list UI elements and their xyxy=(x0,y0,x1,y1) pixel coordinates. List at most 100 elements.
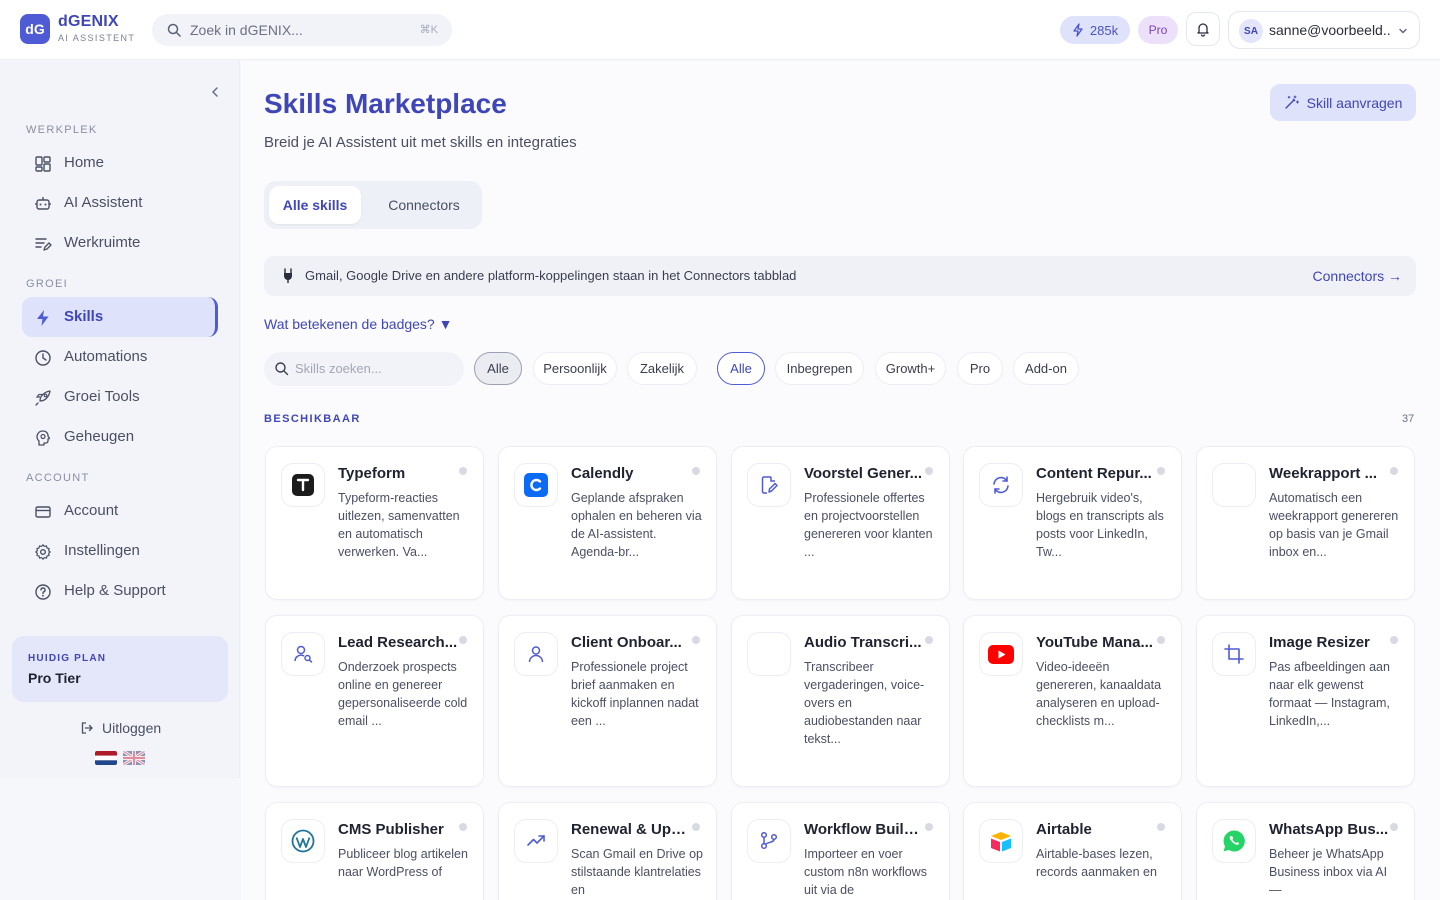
trending-up-icon xyxy=(514,819,558,863)
blank-icon xyxy=(1212,463,1256,507)
skill-card-lead-research[interactable]: Lead Research... Onderzoek prospects onl… xyxy=(265,615,484,787)
page-title: Skills Marketplace xyxy=(264,88,507,119)
skills-count: 37 xyxy=(1402,413,1415,425)
skill-description: Beheer je WhatsApp Business inbox via AI… xyxy=(1269,847,1388,897)
skill-title: Content Repur... xyxy=(1036,465,1152,482)
current-plan-card[interactable]: HUIDIG PLAN Pro Tier xyxy=(12,636,228,702)
skill-card-airtable[interactable]: Airtable Airtable-bases lezen, records a… xyxy=(963,802,1182,900)
dashboard-icon xyxy=(35,156,51,172)
language-switcher xyxy=(95,751,145,765)
skill-description: Importeer en voer custom n8n workflows u… xyxy=(804,847,927,897)
skill-card-renewal-upsell[interactable]: Renewal & Ups... Scan Gmail en Drive op … xyxy=(498,802,717,900)
skill-card-calendly[interactable]: Calendly Geplande afspraken ophalen en b… xyxy=(498,446,717,600)
filter-tier-growth[interactable]: Growth+ xyxy=(875,352,946,385)
skill-card-weekrapport[interactable]: Weekrapport ... Automatisch een weekrapp… xyxy=(1196,446,1415,600)
logout-button[interactable]: Uitloggen xyxy=(80,720,161,736)
flag-uk-icon[interactable] xyxy=(123,751,145,765)
sidebar: WERKPLEK Home AI Assistent Werkruimte GR… xyxy=(0,61,240,778)
user-menu[interactable]: SA sanne@voorbeeld... xyxy=(1228,11,1420,49)
sidebar-item-instellingen[interactable]: Instellingen xyxy=(22,531,218,571)
brand-subtitle: AI ASSISTENT xyxy=(58,33,136,43)
sidebar-item-account[interactable]: Account xyxy=(22,491,218,531)
lightning-icon xyxy=(37,310,49,326)
sidebar-item-label: Instellingen xyxy=(64,542,140,559)
sidebar-item-skills[interactable]: Skills xyxy=(22,297,218,337)
page-subtitle: Breid je AI Assistent uit met skills en … xyxy=(264,134,577,151)
tab-bar: Alle skills Connectors xyxy=(264,181,482,229)
search-shortcut: ⌘K xyxy=(419,24,438,36)
filter-tier-alle[interactable]: Alle xyxy=(717,352,765,385)
badges-info-toggle[interactable]: Wat betekenen de badges? ▼ xyxy=(264,316,452,332)
chevron-down-icon xyxy=(1399,28,1407,34)
skill-card-whatsapp-business[interactable]: WhatsApp Bus... Beheer je WhatsApp Busin… xyxy=(1196,802,1415,900)
status-dot xyxy=(459,636,467,644)
global-search[interactable]: Zoek in dGENIX... ⌘K xyxy=(152,14,452,46)
sidebar-item-ai-assistent[interactable]: AI Assistent xyxy=(22,183,218,223)
sidebar-item-help-support[interactable]: Help & Support xyxy=(22,571,218,611)
filter-tier-inbegrepen[interactable]: Inbegrepen xyxy=(775,352,864,385)
connectors-link[interactable]: Connectors → xyxy=(1313,268,1402,284)
sidebar-item-label: Skills xyxy=(64,308,104,325)
skill-card-youtube-manager[interactable]: YouTube Mana... Video-ideeën genereren, … xyxy=(963,615,1182,787)
filter-tier-add-on[interactable]: Add-on xyxy=(1013,352,1079,385)
logo[interactable]: dG xyxy=(20,14,50,44)
status-dot xyxy=(692,823,700,831)
sidebar-item-geheugen[interactable]: Geheugen xyxy=(22,417,218,457)
skill-card-workflow-builder[interactable]: Workflow Build... Importeer en voer cust… xyxy=(731,802,950,900)
skill-title: Lead Research... xyxy=(338,634,458,651)
plan-badge[interactable]: Pro xyxy=(1138,16,1178,44)
tab-connectors[interactable]: Connectors xyxy=(374,186,474,224)
skill-title: Image Resizer xyxy=(1269,634,1370,651)
top-bar: dG dGENIX AI ASSISTENT Zoek in dGENIX...… xyxy=(0,0,1440,60)
search-icon xyxy=(275,362,289,376)
status-dot xyxy=(925,823,933,831)
skill-card-client-onboarding[interactable]: Client Onboar... Professionele project b… xyxy=(498,615,717,787)
skill-card-voorstel-generator[interactable]: Voorstel Gener... Professionele offertes… xyxy=(731,446,950,600)
skill-card-image-resizer[interactable]: Image Resizer Pas afbeeldingen aan naar … xyxy=(1196,615,1415,787)
section-label-groei: GROEI xyxy=(26,278,68,290)
tab-alle-skills[interactable]: Alle skills xyxy=(269,186,361,224)
plan-label: HUIDIG PLAN xyxy=(28,653,107,664)
request-skill-button[interactable]: Skill aanvragen xyxy=(1270,84,1416,121)
document-edit-icon xyxy=(747,463,791,507)
user-icon xyxy=(514,632,558,676)
sidebar-item-label: Geheugen xyxy=(64,428,135,445)
section-label-account: ACCOUNT xyxy=(26,472,90,484)
workspace-icon xyxy=(35,238,52,251)
skill-description: Video-ideeën genereren, kanaaldata analy… xyxy=(1036,660,1162,728)
sidebar-item-label: Help & Support xyxy=(64,582,166,599)
sidebar-item-automations[interactable]: Automations xyxy=(22,337,218,377)
card-icon xyxy=(35,506,51,518)
flag-nl-icon[interactable] xyxy=(95,751,117,765)
sidebar-item-groei-tools[interactable]: Groei Tools xyxy=(22,377,218,417)
skill-card-cms-publisher[interactable]: CMS Publisher Publiceer blog artikelen n… xyxy=(265,802,484,900)
skill-description: Transcribeer vergaderingen, voice-overs … xyxy=(804,660,925,746)
skill-description: Automatisch een weekrapport genereren op… xyxy=(1269,491,1399,559)
sidebar-item-werkruimte[interactable]: Werkruimte xyxy=(22,223,218,263)
filter-type-zakelijk[interactable]: Zakelijk xyxy=(627,352,697,385)
clock-icon xyxy=(35,350,51,366)
skill-card-typeform[interactable]: Typeform Typeform-reacties uitlezen, sam… xyxy=(265,446,484,600)
skill-card-content-repurposer[interactable]: Content Repur... Hergebruik video's, blo… xyxy=(963,446,1182,600)
credits-badge[interactable]: 285k xyxy=(1060,16,1130,44)
filter-type-persoonlijk[interactable]: Persoonlijk xyxy=(533,352,617,385)
plan-value: Pro Tier xyxy=(28,670,81,686)
skill-description: Onderzoek prospects online en genereer g… xyxy=(338,660,468,728)
bell-icon xyxy=(1197,23,1209,37)
help-icon xyxy=(35,584,51,600)
filter-tier-pro[interactable]: Pro xyxy=(957,352,1003,385)
blank-icon xyxy=(747,632,791,676)
filter-type-alle[interactable]: Alle xyxy=(474,352,522,385)
skill-card-audio-transcriber[interactable]: Audio Transcri... Transcribeer vergaderi… xyxy=(731,615,950,787)
status-dot xyxy=(925,636,933,644)
skill-title: Renewal & Ups... xyxy=(571,821,691,838)
status-dot xyxy=(692,467,700,475)
skills-search-input[interactable]: Skills zoeken... xyxy=(264,352,464,386)
notice-text: Gmail, Google Drive en andere platform-k… xyxy=(305,268,797,283)
collapse-sidebar-icon[interactable] xyxy=(206,83,224,101)
skill-description: Professionele project brief aanmaken en … xyxy=(571,660,699,728)
sidebar-item-label: Automations xyxy=(64,348,148,365)
sidebar-item-home[interactable]: Home xyxy=(22,143,218,183)
notifications-button[interactable] xyxy=(1186,12,1220,46)
skill-title: Calendly xyxy=(571,465,634,482)
